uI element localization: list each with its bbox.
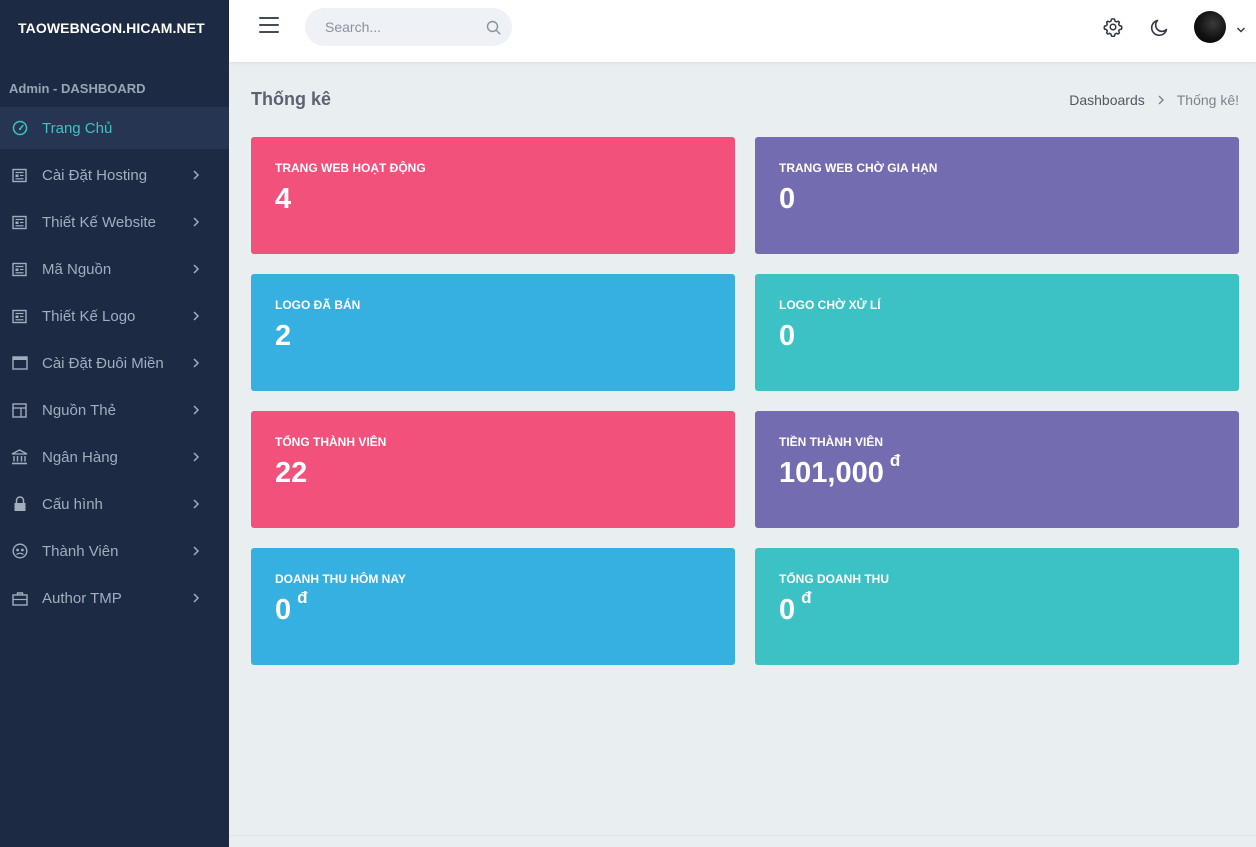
sidebar-item-cai-dat-hosting[interactable]: Cài Đặt Hosting	[0, 154, 229, 196]
stat-value: 0đ	[275, 588, 711, 627]
sidebar-item-label: Thiết Kế Website	[42, 213, 156, 231]
dark-mode-moon-icon[interactable]	[1150, 17, 1170, 37]
stat-card-active-websites: TRANG WEB HOẠT ĐỘNG 4	[251, 137, 735, 254]
stat-label: TỔNG THÀNH VIÊN	[275, 435, 387, 449]
stat-card-member-money: TIỀN THÀNH VIÊN 101,000 đ	[755, 411, 1239, 528]
stat-card-revenue-today: DOANH THU HÔM NAY 0đ	[251, 548, 735, 665]
briefcase-icon	[11, 590, 28, 607]
sidebar-item-cau-hinh[interactable]: Cấu hình	[0, 483, 229, 525]
newspaper-icon	[11, 261, 28, 278]
stat-value: 101,000 đ	[779, 451, 1215, 490]
stat-card-pending-renewal: TRANG WEB CHỜ GIA HẠN 0	[755, 137, 1239, 254]
stat-number: 0	[779, 320, 796, 352]
newspaper-icon	[11, 214, 28, 231]
chevron-right-icon	[191, 217, 201, 227]
sidebar-item-thiet-ke-website[interactable]: Thiết Kế Website	[0, 201, 229, 243]
stat-number: 0	[779, 594, 796, 626]
chevron-right-icon	[191, 546, 201, 556]
chevron-right-icon	[191, 499, 201, 509]
chevron-right-icon	[191, 452, 201, 462]
chevron-right-icon	[191, 311, 201, 321]
search-input[interactable]	[325, 19, 475, 35]
currency-unit: đ	[297, 588, 308, 607]
sidebar-item-label: Mã Nguồn	[42, 260, 112, 278]
chevron-right-icon	[1157, 95, 1165, 105]
brand-title[interactable]: TAOWEBNGON.HICAM.NET	[0, 0, 229, 55]
breadcrumb-dashboards-link[interactable]: Dashboards	[1069, 92, 1145, 108]
menu-section-title: Admin - DASHBOARD	[9, 81, 146, 96]
sidebar-menu: Trang Chủ Cài Đặt Hosting Thiết Kế Websi…	[0, 107, 229, 619]
sidebar-item-ngan-hang[interactable]: Ngân Hàng	[0, 436, 229, 478]
stat-label: TRANG WEB CHỜ GIA HẠN	[779, 161, 938, 175]
footer-divider	[229, 835, 1256, 836]
sidebar-item-thanh-vien[interactable]: Thành Viên	[0, 530, 229, 572]
page-title: Thống kê	[251, 89, 331, 109]
bank-icon	[11, 449, 28, 466]
stat-value: 2	[275, 320, 711, 353]
chevron-down-icon[interactable]	[1236, 22, 1246, 33]
stat-value: 0	[779, 183, 1215, 216]
stat-number: 0	[275, 594, 292, 626]
stat-label: TỔNG DOANH THU	[779, 572, 889, 586]
stat-value: 4	[275, 183, 711, 216]
sidebar-item-label: Trang Chủ	[42, 119, 113, 137]
stat-label: LOGO CHỜ XỬ LÍ	[779, 298, 881, 312]
stat-value: 0	[779, 320, 1215, 353]
browser-window-icon	[11, 355, 28, 372]
currency-unit: đ	[801, 588, 812, 607]
sidebar-item-label: Cài Đặt Đuôi Miền	[42, 354, 164, 372]
sidebar-item-thiet-ke-logo[interactable]: Thiết Kế Logo	[0, 295, 229, 337]
stat-label: DOANH THU HÔM NAY	[275, 572, 406, 586]
sidebar-item-trang-chu[interactable]: Trang Chủ	[0, 107, 229, 149]
stat-card-total-revenue: TỔNG DOANH THU 0đ	[755, 548, 1239, 665]
sidebar-item-label: Thiết Kế Logo	[42, 307, 136, 325]
stat-label: TRANG WEB HOẠT ĐỘNG	[275, 161, 426, 175]
stat-number: 22	[275, 457, 308, 489]
breadcrumb-current: Thống kê!	[1176, 92, 1239, 108]
lock-icon	[11, 496, 28, 513]
stat-number: 101,000	[779, 457, 884, 489]
chevron-right-icon	[191, 170, 201, 180]
stat-label: TIỀN THÀNH VIÊN	[779, 435, 884, 449]
sidebar-item-label: Cài Đặt Hosting	[42, 166, 148, 184]
sidebar-item-label: Author TMP	[42, 589, 122, 607]
sidebar-item-ma-nguon[interactable]: Mã Nguồn	[0, 248, 229, 290]
sidebar-item-label: Ngân Hàng	[42, 448, 118, 466]
currency-unit: đ	[889, 451, 901, 470]
layout-icon	[11, 402, 28, 419]
hamburger-menu-icon[interactable]	[259, 17, 279, 37]
breadcrumb: Dashboards Thống kê!	[1069, 92, 1239, 108]
stat-number: 2	[275, 320, 292, 352]
top-navbar	[229, 0, 1256, 62]
newspaper-icon	[11, 308, 28, 325]
sidebar: TAOWEBNGON.HICAM.NET Admin - DASHBOARD T…	[0, 0, 229, 847]
sidebar-item-label: Cấu hình	[42, 495, 103, 513]
search-bar	[305, 8, 512, 46]
sidebar-item-nguon-the[interactable]: Nguồn Thẻ	[0, 389, 229, 431]
sidebar-item-cai-dat-duoi-mien[interactable]: Cài Đặt Đuôi Miền	[0, 342, 229, 384]
stat-value: 22	[275, 457, 711, 490]
user-avatar[interactable]	[1194, 11, 1226, 43]
sidebar-item-label: Nguồn Thẻ	[42, 401, 116, 419]
stat-card-logos-sold: LOGO ĐÃ BÁN 2	[251, 274, 735, 391]
chevron-right-icon	[191, 264, 201, 274]
settings-gear-icon[interactable]	[1103, 17, 1123, 38]
newspaper-icon	[11, 167, 28, 184]
stat-value: 0đ	[779, 588, 1215, 627]
chevron-right-icon	[191, 358, 201, 368]
users-icon	[11, 543, 28, 560]
stat-card-logos-pending: LOGO CHỜ XỬ LÍ 0	[755, 274, 1239, 391]
stat-number: 0	[779, 183, 796, 215]
stat-card-total-members: TỔNG THÀNH VIÊN 22	[251, 411, 735, 528]
stat-number: 4	[275, 183, 292, 215]
search-icon[interactable]	[486, 20, 501, 35]
sidebar-item-author-tmp[interactable]: Author TMP	[0, 577, 229, 619]
sidebar-item-label: Thành Viên	[42, 542, 119, 560]
chevron-right-icon	[191, 405, 201, 415]
dashboard-gauge-icon	[11, 120, 28, 137]
stat-label: LOGO ĐÃ BÁN	[275, 298, 361, 312]
chevron-right-icon	[191, 593, 201, 603]
